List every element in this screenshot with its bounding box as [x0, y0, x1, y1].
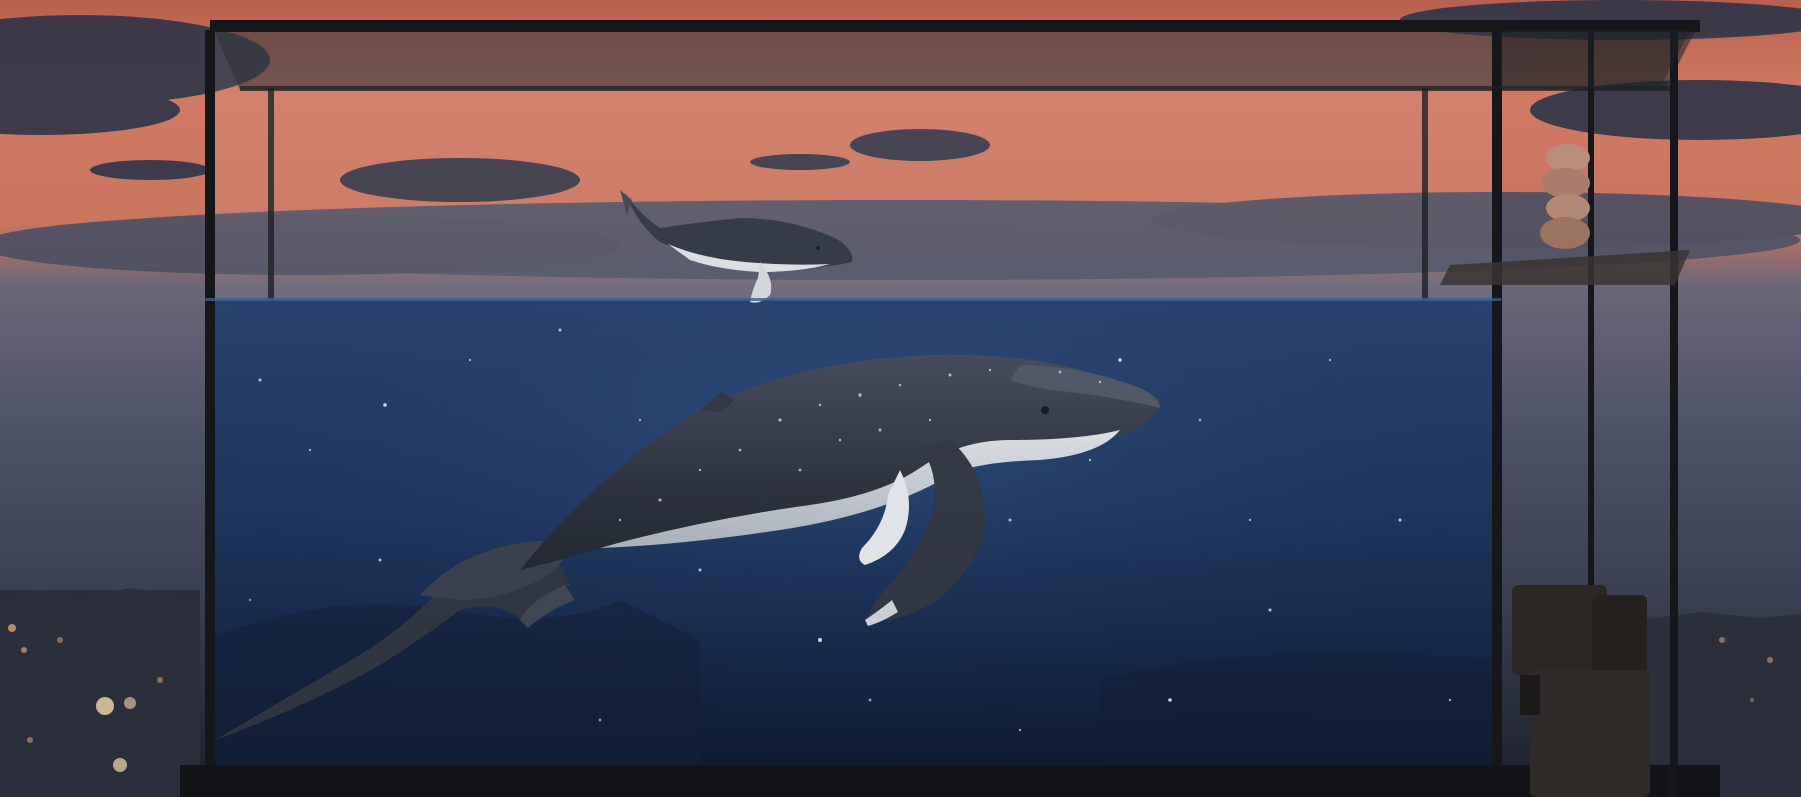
city-skyline-left [0, 588, 200, 797]
glass-tank-frame [180, 20, 1720, 797]
aquarium-scene [0, 0, 1801, 797]
speaker-block-icon [1512, 585, 1650, 797]
scene-canvas [0, 0, 1801, 797]
